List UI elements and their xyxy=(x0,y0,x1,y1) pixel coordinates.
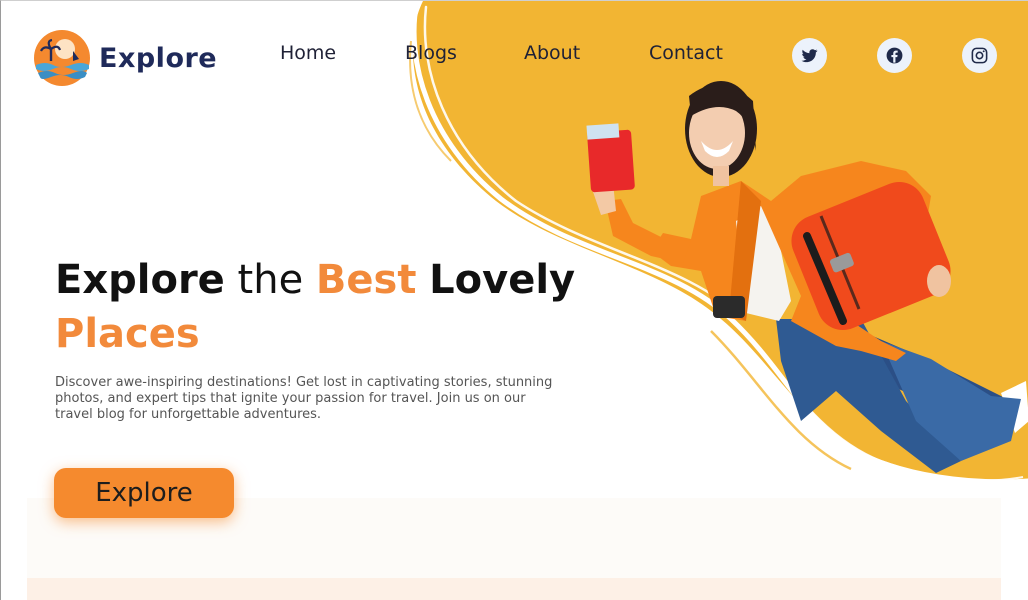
hero-headline: Explore the Best Lovely Places xyxy=(55,253,595,361)
instagram-button[interactable] xyxy=(962,38,997,73)
twitter-icon xyxy=(801,49,818,63)
twitter-button[interactable] xyxy=(792,38,827,73)
facebook-icon xyxy=(886,47,903,64)
explore-button[interactable]: Explore xyxy=(54,468,234,518)
facebook-button[interactable] xyxy=(877,38,912,73)
headline-word: Lovely xyxy=(429,257,576,303)
nav-blogs-link[interactable]: Blogs xyxy=(405,42,457,64)
nav-home-link[interactable]: Home xyxy=(280,42,336,64)
instagram-icon xyxy=(971,47,988,64)
hero-description: Discover awe-inspiring destinations! Get… xyxy=(55,375,553,422)
page: Explore Home Blogs About Contact Explore… xyxy=(0,0,1028,600)
headline-accent-word: Places xyxy=(55,311,200,357)
nav-about-link[interactable]: About xyxy=(524,42,580,64)
nav-contact-link[interactable]: Contact xyxy=(649,42,723,64)
next-section-strip xyxy=(27,578,1001,600)
headline-word: Explore xyxy=(55,257,225,303)
headline-accent-word: Best xyxy=(315,257,417,303)
headline-word: the xyxy=(237,257,304,303)
main-nav: Home Blogs About Contact xyxy=(1,42,1028,72)
